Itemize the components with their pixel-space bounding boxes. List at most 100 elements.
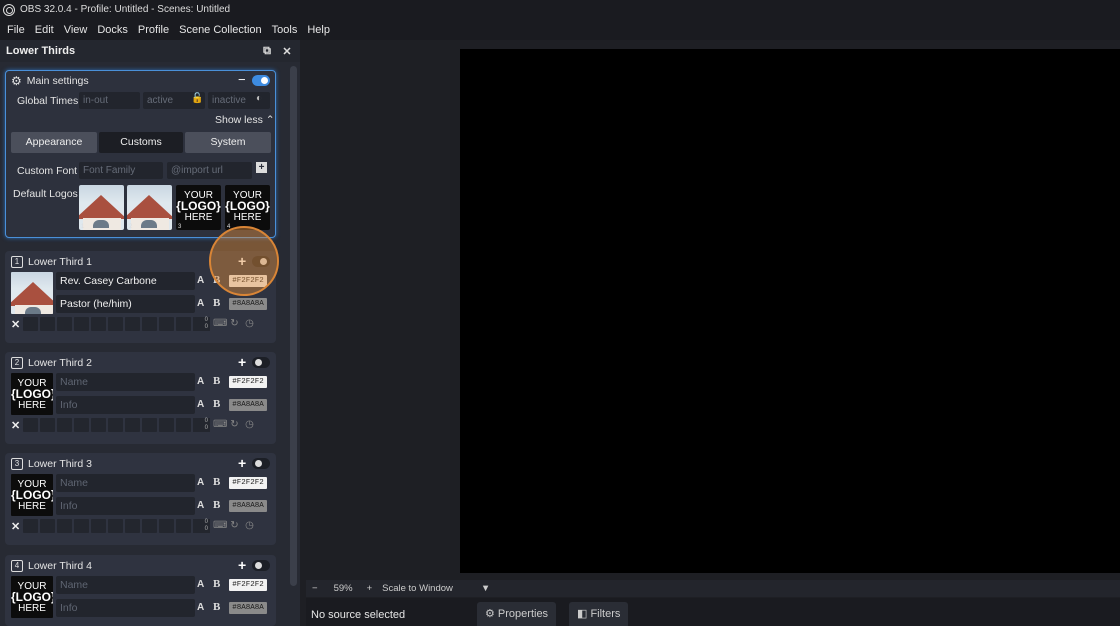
- info-color-chip[interactable]: #8A8A8A: [229, 500, 267, 512]
- style-slot[interactable]: [40, 317, 55, 331]
- style-slot[interactable]: [176, 519, 191, 533]
- preview-canvas[interactable]: [460, 49, 1120, 573]
- lt-toggle[interactable]: [252, 560, 270, 571]
- step-counter[interactable]: 0 0: [193, 317, 210, 331]
- font-icon[interactable]: A: [197, 500, 204, 511]
- main-settings-toggle[interactable]: [252, 75, 270, 86]
- bold-icon[interactable]: B: [213, 578, 220, 590]
- scale-mode-select[interactable]: Scale to Window: [382, 583, 453, 594]
- font-icon[interactable]: A: [197, 477, 204, 488]
- font-family-field[interactable]: Font Family: [79, 162, 163, 179]
- tab-system[interactable]: System: [185, 132, 271, 153]
- font-icon[interactable]: A: [197, 298, 204, 309]
- style-slot[interactable]: [23, 317, 38, 331]
- style-slot[interactable]: [57, 418, 72, 432]
- style-slot[interactable]: [125, 519, 140, 533]
- lt-name-field[interactable]: Name: [56, 576, 195, 594]
- style-slot[interactable]: [142, 418, 157, 432]
- refresh-icon[interactable]: ↻: [228, 520, 241, 533]
- collapse-button[interactable]: −: [238, 72, 246, 87]
- step-counter[interactable]: 0 0: [193, 519, 210, 533]
- lt-toggle[interactable]: [252, 357, 270, 368]
- step-counter[interactable]: 0 0: [193, 418, 210, 432]
- tab-appearance[interactable]: Appearance: [11, 132, 97, 153]
- name-color-chip[interactable]: #F2F2F2: [229, 477, 267, 489]
- remove-icon[interactable]: ✕: [11, 419, 23, 432]
- style-slot[interactable]: [74, 317, 89, 331]
- hotkey-icon[interactable]: ⌨: [213, 419, 227, 432]
- style-slot[interactable]: [57, 317, 72, 331]
- float-dock-icon[interactable]: ⧉: [260, 45, 274, 58]
- font-icon[interactable]: A: [197, 376, 204, 387]
- refresh-icon[interactable]: ↻: [228, 318, 241, 331]
- default-logo-4[interactable]: YOUR {LOGO} HERE 4: [225, 185, 270, 230]
- style-slot[interactable]: [23, 418, 38, 432]
- style-slot[interactable]: [91, 317, 106, 331]
- chevron-down-icon[interactable]: ▼: [481, 583, 490, 594]
- menu-scene-collection[interactable]: Scene Collection: [174, 24, 267, 36]
- info-color-chip[interactable]: #8A8A8A: [229, 298, 267, 310]
- lt-logo-thumb[interactable]: [11, 272, 53, 314]
- bold-icon[interactable]: B: [213, 499, 220, 511]
- style-slot[interactable]: [108, 418, 123, 432]
- lt-name-field[interactable]: Rev. Casey Carbone: [56, 272, 195, 290]
- remove-icon[interactable]: ✕: [11, 520, 23, 533]
- default-logo-2[interactable]: 2: [127, 185, 172, 230]
- menu-profile[interactable]: Profile: [133, 24, 174, 36]
- zoom-in-button[interactable]: +: [367, 583, 373, 594]
- style-slot[interactable]: [176, 317, 191, 331]
- style-slot[interactable]: [125, 418, 140, 432]
- style-slot[interactable]: [176, 418, 191, 432]
- clock-icon[interactable]: ◷: [243, 419, 256, 432]
- timer-icon[interactable]: ◐: [256, 93, 262, 104]
- default-logo-3[interactable]: YOUR {LOGO} HERE 3: [176, 185, 221, 230]
- style-slot[interactable]: [142, 519, 157, 533]
- lt-logo-thumb[interactable]: YOUR {LOGO} HERE: [11, 474, 53, 516]
- menu-view[interactable]: View: [59, 24, 93, 36]
- style-slot[interactable]: [74, 519, 89, 533]
- lt-toggle[interactable]: [252, 458, 270, 469]
- lt-logo-thumb[interactable]: YOUR {LOGO} HERE: [11, 373, 53, 415]
- style-slot[interactable]: [159, 519, 174, 533]
- style-slot[interactable]: [142, 317, 157, 331]
- lt-name-field[interactable]: Name: [56, 373, 195, 391]
- lt-logo-thumb[interactable]: YOUR {LOGO} HERE: [11, 576, 53, 618]
- add-lt-icon[interactable]: +: [238, 557, 246, 573]
- hotkey-icon[interactable]: ⌨: [213, 318, 227, 331]
- style-slot[interactable]: [40, 418, 55, 432]
- style-slot[interactable]: [91, 418, 106, 432]
- menu-docks[interactable]: Docks: [92, 24, 133, 36]
- name-color-chip[interactable]: #F2F2F2: [229, 579, 267, 591]
- lt-info-field[interactable]: Info: [56, 599, 195, 617]
- style-slot[interactable]: [23, 519, 38, 533]
- lock-icon[interactable]: 🔓: [191, 93, 203, 104]
- bold-icon[interactable]: B: [213, 476, 220, 488]
- lt-name-field[interactable]: Name: [56, 474, 195, 492]
- remove-icon[interactable]: ✕: [11, 318, 23, 331]
- bold-icon[interactable]: B: [213, 398, 220, 410]
- tab-customs[interactable]: Customs: [99, 132, 183, 153]
- style-slot[interactable]: [159, 418, 174, 432]
- style-slot[interactable]: [108, 519, 123, 533]
- default-logo-1[interactable]: 1: [79, 185, 124, 230]
- import-url-field[interactable]: @import url: [167, 162, 252, 179]
- info-color-chip[interactable]: #8A8A8A: [229, 399, 267, 411]
- style-slot[interactable]: [159, 317, 174, 331]
- name-color-chip[interactable]: #F2F2F2: [229, 376, 267, 388]
- refresh-icon[interactable]: ↻: [228, 419, 241, 432]
- clock-icon[interactable]: ◷: [243, 520, 256, 533]
- font-icon[interactable]: A: [197, 275, 204, 286]
- add-font-icon[interactable]: +: [256, 162, 267, 173]
- menu-file[interactable]: File: [2, 24, 30, 36]
- style-slot[interactable]: [40, 519, 55, 533]
- properties-button[interactable]: ⚙ Properties: [477, 602, 557, 626]
- font-icon[interactable]: A: [197, 399, 204, 410]
- zoom-out-button[interactable]: −: [312, 583, 318, 594]
- font-icon[interactable]: A: [197, 602, 204, 613]
- bold-icon[interactable]: B: [213, 297, 220, 309]
- style-slot[interactable]: [57, 519, 72, 533]
- style-slot[interactable]: [74, 418, 89, 432]
- style-slot[interactable]: [108, 317, 123, 331]
- style-slot[interactable]: [125, 317, 140, 331]
- close-dock-icon[interactable]: ✕: [280, 45, 294, 58]
